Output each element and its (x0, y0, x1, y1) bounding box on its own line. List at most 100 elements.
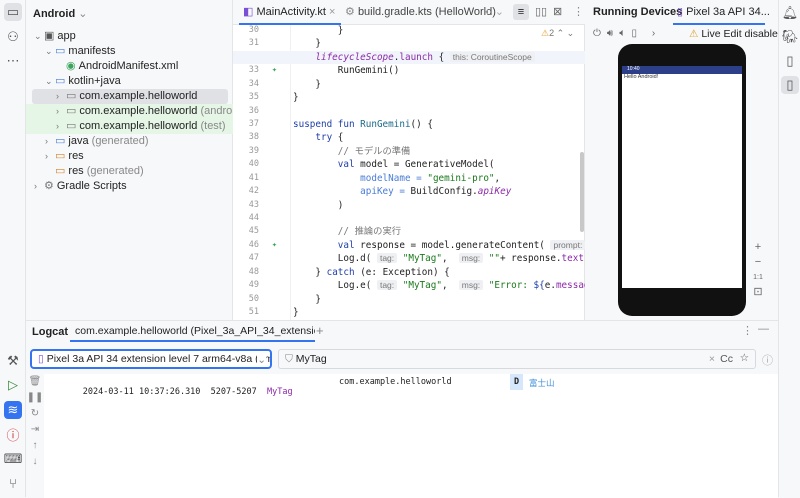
project-view-selector[interactable]: Android ⌄ (33, 7, 87, 20)
zoom-out-icon[interactable]: − (751, 255, 765, 270)
code-line[interactable]: // 推論の実行 (293, 225, 401, 238)
clear-filter-icon[interactable]: × (709, 353, 715, 365)
gemini-gutter-icon[interactable]: ✦ (267, 239, 277, 252)
code-line[interactable]: } (293, 293, 321, 306)
zoom-actual-size[interactable]: 1:1 (751, 270, 765, 285)
clear-logcat-icon[interactable]: 🗑︎ (26, 374, 44, 390)
volume-up-icon[interactable]: 🔊︎ (607, 28, 619, 39)
editor-menu-icon[interactable]: ⋮ (573, 0, 584, 25)
tree-item[interactable]: › ▭ com.example.helloworld (32, 89, 228, 104)
minimize-icon[interactable]: — (758, 323, 769, 335)
logcat-icon[interactable]: ≋ (4, 401, 22, 419)
expand-arrow-icon[interactable]: ⌄ (45, 74, 55, 89)
code-line[interactable]: // モデルの準備 (293, 145, 411, 158)
expand-arrow-icon[interactable]: › (56, 104, 66, 119)
resource-manager-icon[interactable]: ⚇ (4, 28, 22, 46)
expand-arrow-icon[interactable]: ⌄ (34, 29, 44, 44)
tree-item[interactable]: › ⚙ Gradle Scripts (34, 179, 127, 194)
split-view-icon[interactable]: ▯▯ (535, 0, 547, 25)
tree-item[interactable]: › ▭ java (generated) (45, 134, 149, 149)
build-hammer-icon[interactable]: ⚒ (4, 352, 22, 370)
code-line[interactable]: } (293, 91, 299, 104)
code-line[interactable]: ) (293, 199, 344, 212)
expand-arrow-icon[interactable]: › (45, 149, 55, 164)
code-line[interactable]: val response = model.generateContent( pr… (293, 239, 624, 252)
logcat-filter-input[interactable]: ⛉ MyTag × Cc ☆ (278, 349, 756, 369)
code-line[interactable]: lifecycleScope.launch { this: CoroutineS… (233, 50, 585, 65)
scroll-down-icon[interactable]: ↓ (26, 454, 44, 470)
device-tab[interactable]: ▯ Pixel 3a API 34... (673, 0, 770, 25)
rotate-icon[interactable]: ▯ (632, 28, 644, 39)
code-line[interactable]: RunGemini() (293, 64, 400, 77)
code-line[interactable]: try { (293, 131, 343, 144)
log-row[interactable]: 2024-03-11 10:37:26.310 5207-5207 MyTag (52, 377, 293, 407)
add-tab-icon[interactable]: + (316, 323, 324, 338)
code-editor[interactable]: ◧ MainActivity.kt × ⚙ build.gradle.kts (… (233, 0, 629, 320)
code-line[interactable]: Log.e( tag: "MyTag", msg: "Error: ${e.me… (293, 279, 629, 292)
expand-arrow-icon[interactable]: ⌄ (45, 44, 55, 59)
tree-item[interactable]: ◉ AndroidManifest.xml (56, 59, 178, 74)
editor-scrollbar[interactable] (580, 152, 584, 232)
zoom-in-icon[interactable]: + (751, 240, 765, 255)
gradle-icon[interactable]: 🐘︎ (781, 28, 799, 46)
favorite-star-icon[interactable]: ☆ (740, 352, 749, 364)
problems-icon[interactable]: ⓘ (4, 425, 22, 443)
device-selector[interactable]: ▯ Pixel 3a API 34 extension level 7 arm6… (30, 349, 272, 369)
tree-item[interactable]: ▭ res (generated) (45, 164, 144, 179)
code-line[interactable]: val model = GenerativeModel( (293, 158, 495, 171)
git-icon[interactable]: ⑂ (4, 474, 22, 492)
running-devices-panel: Running Devices ▯ Pixel 3a API 34... ⏻🔊︎… (585, 0, 784, 320)
code-line[interactable]: } catch (e: Exception) { (293, 266, 449, 279)
options-icon[interactable]: ⋮ (742, 324, 753, 337)
running-devices-icon[interactable]: ▯ (781, 76, 799, 94)
more-icon[interactable]: ⋯ (4, 52, 22, 70)
expand-arrow-icon[interactable]: › (56, 89, 66, 104)
zoom-controls[interactable]: + −1:1 ⊡ (751, 240, 765, 300)
code-line[interactable]: suspend fun RunGemini() { (293, 118, 433, 131)
tree-item[interactable]: ⌄ ▭ kotlin+java (45, 74, 121, 89)
scroll-up-icon[interactable]: ↑ (26, 438, 44, 454)
close-tab-icon[interactable]: × (329, 6, 335, 18)
terminal-icon[interactable]: ⌨ (4, 450, 23, 468)
code-line[interactable]: } (293, 24, 344, 37)
help-icon[interactable]: ⓘ (762, 352, 773, 368)
volume-down-icon[interactable]: 🔈︎ (619, 28, 631, 39)
notifications-icon[interactable]: 🔔︎ (781, 4, 799, 22)
tree-item[interactable]: ›▭com.example.helloworld (androidTest) (26, 104, 265, 119)
expand-arrow-icon[interactable]: › (45, 134, 55, 149)
logcat-tab[interactable]: com.example.helloworld (Pixel_3a_API_34_… (70, 321, 315, 342)
pause-icon[interactable]: ❚❚ (26, 390, 44, 406)
tab-main-activity[interactable]: ◧ MainActivity.kt × (239, 0, 341, 25)
tree-item[interactable]: ⌄ ▣ app (34, 29, 76, 44)
power-icon[interactable]: ⏻ (593, 28, 607, 39)
match-case-toggle[interactable]: Cc (720, 353, 733, 365)
code-line[interactable]: Log.d( tag: "MyTag", msg: ""+ response.t… (293, 252, 590, 265)
expand-icon[interactable]: › (652, 28, 661, 39)
project-folder-icon[interactable]: ▭ (4, 3, 22, 21)
code-line[interactable]: } (293, 78, 321, 91)
tree-item[interactable]: › ▭ com.example.helloworld (test) (26, 119, 233, 134)
code-line[interactable]: modelName = "gemini-pro", (293, 172, 500, 185)
expand-arrow-icon[interactable]: › (56, 119, 66, 134)
expand-arrow-icon[interactable]: › (34, 179, 44, 194)
code-line[interactable]: } (293, 37, 321, 50)
fit-screen-icon[interactable]: ⊡ (751, 285, 765, 300)
device-controls[interactable]: ⏻🔊︎🔈︎▯ › (593, 28, 661, 39)
tree-item[interactable]: ⌄ ▭ manifests (45, 44, 115, 59)
code-line[interactable]: } (293, 306, 299, 319)
tree-item[interactable]: › ▭ res (45, 149, 84, 164)
restart-icon[interactable]: ↻ (26, 406, 44, 422)
code-line[interactable]: apiKey = BuildConfig.apiKey (293, 185, 511, 198)
tab-list-chevron-icon[interactable]: ‹ ⌄ (485, 0, 504, 25)
code-view-icon[interactable]: ≡ (513, 4, 529, 20)
device-manager-icon[interactable]: ▯ (781, 52, 799, 70)
tab-build-gradle[interactable]: ⚙ build.gradle.kts (HelloWorld) (345, 0, 496, 25)
design-view-icon[interactable]: ⊠ (553, 0, 562, 25)
warnings-indicator[interactable]: ⚠2 ⌃ ⌄ (541, 28, 574, 39)
live-edit-status[interactable]: ⚠ Live Edit disabled (689, 28, 784, 40)
phone-screen[interactable]: 10:40 Hello Android! (622, 66, 742, 288)
logcat-output[interactable]: 2024-03-11 10:37:26.310 5207-5207 MyTag … (44, 374, 778, 498)
run-icon[interactable]: ▷ (4, 376, 22, 394)
soft-wrap-icon[interactable]: ⇥ (26, 422, 44, 438)
gemini-gutter-icon[interactable]: ✦ (267, 64, 277, 77)
